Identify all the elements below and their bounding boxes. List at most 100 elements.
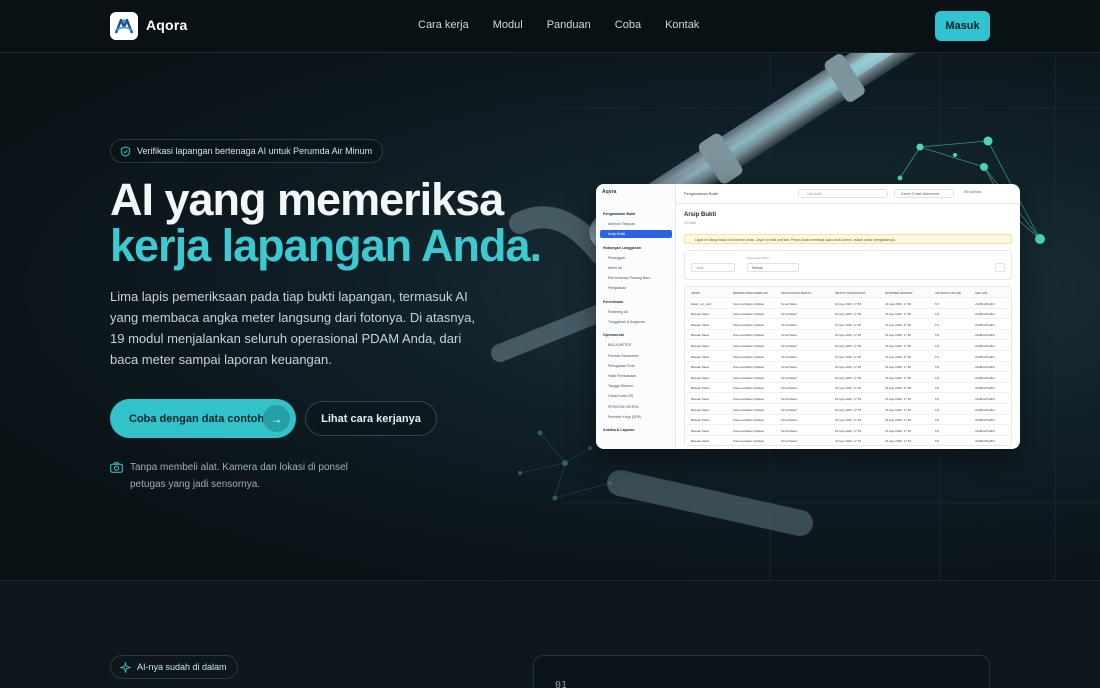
mock-column-header: AKURASI GPS (M) (935, 290, 962, 295)
mock-table-cell: Kamera Dalam Aplikasi (733, 354, 765, 359)
mock-table-cell: 24 Agu 2026, 17.56 (835, 354, 862, 359)
mock-table-cell: c9d6ba67a3b3 (975, 428, 995, 433)
mock-table-cell: Kamera Dalam Aplikasi (733, 343, 765, 348)
nav-link-cara-kerja[interactable]: Cara kerja (418, 19, 469, 31)
mock-table-cell: 24 Agu 2026, 17.56 (885, 386, 912, 391)
mock-table-cell: Kamera Dalam Aplikasi (733, 365, 765, 370)
try-sample-data-button[interactable]: Coba dengan data contoh → (110, 399, 296, 438)
mock-table-cell: 24 Agu 2026, 17.56 (835, 386, 862, 391)
mock-table-row: Bacaan Meter Kamera Dalam Aplikasi TerverW… (685, 319, 1011, 330)
mock-table-cell: TerverWaist (781, 396, 797, 401)
mock-column-header: SHA-256 (975, 290, 988, 295)
mock-table-row: Bacaan Meter Kamera Dalam Aplikasi TerverW… (685, 362, 1011, 373)
mock-table-cell: Bacaan Meter (691, 439, 710, 444)
mock-table-cell: Kamera Dalam Aplikasi (733, 322, 765, 327)
mock-table-cell: 24 Agu 2026, 17.56 (835, 333, 862, 338)
mock-table-cell: 24 Agu 2026, 17.56 (885, 343, 912, 348)
calendar-icon (995, 263, 1005, 272)
mock-table-cell: c9d6ba67a3b3 (975, 322, 995, 327)
mock-table-cell: Kamera Dalam Aplikasi (733, 333, 765, 338)
logo-icon[interactable] (110, 12, 138, 40)
mock-sidebar-item: Antrean Tinjauan (608, 222, 636, 227)
mock-table-cell: 24 Agu 2026, 17.53 (835, 428, 862, 433)
mock-table-cell: 24 Agu 2026, 17.53 (885, 439, 912, 444)
mock-table-cell: 6,5 (935, 386, 940, 391)
mock-sidebar-item: Cetak Kartu DR (608, 394, 634, 399)
mock-evidence-table: JENIS NOMOR PENGAMBILAN KETAHANAN WAKTU WAK… (684, 286, 1012, 446)
nav-link-modul[interactable]: Modul (493, 19, 523, 31)
mock-table-row: Bacaan Meter Kamera Dalam Aplikasi TerverW… (685, 330, 1011, 341)
mock-table-cell: TerverWaist (781, 343, 797, 348)
mock-table-row: Bacaan Meter Kamera Dalam Aplikasi TerverW… (685, 309, 1011, 320)
mock-sidebar-item: Meter Air (608, 266, 623, 270)
mock-table-cell: 24 Agu 2026, 17.53 (885, 407, 912, 412)
mock-table-cell: c9d6ba67a3b3 (975, 439, 995, 444)
mock-search-input: Cari bukti (798, 189, 888, 198)
mock-table-row: Bacaan Meter Kamera Dalam Aplikasi TerverW… (685, 415, 1011, 426)
mock-column-header: DITERIMA SERVER (885, 290, 913, 295)
see-how-it-works-button[interactable]: Lihat cara kerjanya (305, 401, 437, 436)
mock-table-cell: Kamera Dalam Aplikasi (733, 386, 765, 391)
mock-table-header: JENIS NOMOR PENGAMBILAN KETAHANAN WAKTU WAK… (685, 287, 1011, 298)
mock-table-cell: 24 Agu 2026, 17.53 (835, 418, 862, 423)
mock-page-subtitle: 12 bukti (684, 221, 696, 225)
mock-sidebar-item: Hubungan Langganan (603, 245, 641, 250)
mock-table-cell: 24 Agu 2026, 17.56 (885, 301, 912, 306)
mock-filter-label: Keputusan Akhir (747, 256, 769, 260)
code-card: 01 (533, 655, 990, 688)
nav-link-panduan[interactable]: Panduan (547, 19, 591, 31)
mock-table-cell: 24 Agu 2026, 17.56 (835, 322, 862, 327)
mock-table-row: Bacaan Meter Kamera Dalam Aplikasi TerverW… (685, 372, 1011, 383)
mock-sidebar-item: Arsip Bukti (600, 230, 672, 239)
mock-table-cell: 24 Agu 2026, 17.56 (835, 301, 862, 306)
mock-sidebar-item: Analisa & Laporan (603, 428, 635, 432)
nav-link-coba[interactable]: Coba (615, 19, 641, 31)
mock-table-cell: c9d6ba67a3b3 (975, 407, 995, 412)
mock-table-cell: 24 Agu 2026, 17.53 (835, 407, 862, 412)
mock-table-cell: TerverWaist (781, 428, 797, 433)
mock-table-cell: 24 Agu 2026, 17.56 (835, 365, 862, 370)
mock-table-row: Bacaan Meter Kamera Dalam Aplikasi TerverW… (685, 404, 1011, 415)
mock-table-cell: 6,5 (935, 375, 940, 380)
mock-table-cell: c9d6ba67a3b3 (975, 386, 995, 391)
mock-sidebar-item: Tangga Sinkron (608, 384, 633, 389)
mock-table-cell: TerverWaist (781, 418, 797, 423)
mock-table-cell: 6,5 (935, 439, 940, 444)
mock-table-row: Bacaan Meter Kamera Dalam Aplikasi TerverW… (685, 393, 1011, 404)
mock-table-cell: TerverWaist (781, 333, 797, 338)
mock-table-cell: Kamera Dalam Aplikasi (733, 396, 765, 401)
hero-badge-label: Verifikasi lapangan bertenaga AI untuk P… (137, 146, 373, 156)
arrow-right-icon: → (263, 405, 290, 432)
mock-table-cell: 24 Agu 2026, 17.53 (835, 396, 862, 401)
mock-filter-decision: Semua (747, 263, 799, 272)
mock-table-cell: TerverWaist (781, 301, 797, 306)
ai-inside-badge: AI-nya sudah di dalam (110, 655, 238, 679)
mock-table-cell: 6,5 (935, 322, 940, 327)
mock-table-row: Bacaan Meter Kamera Dalam Aplikasi TerverW… (685, 383, 1011, 394)
mock-table-cell: 24 Agu 2026, 17.56 (885, 333, 912, 338)
camera-icon (110, 462, 123, 473)
nav-links: Cara kerja Modul Panduan Coba Kontak (418, 19, 699, 31)
mock-sidebar-item: Tunggakan & Angsuran (608, 320, 646, 324)
mock-table-cell: TerverWaist (781, 312, 797, 317)
mock-table-cell: TerverWaist (781, 354, 797, 359)
mock-table-cell: Bacaan Meter (691, 428, 710, 433)
mock-sidebar-item: Operasional (603, 333, 624, 338)
mock-table-cell: Kamera Dalam Aplikasi (733, 439, 765, 444)
login-button[interactable]: Masuk (935, 11, 990, 41)
mock-table-cell: c9d6ba67a3b3 (975, 333, 995, 338)
hero-title-line2: kerja lapangan Anda. (110, 220, 542, 271)
brand-name[interactable]: Aqora (146, 17, 187, 33)
mock-table-cell: TerverWaist (781, 322, 797, 327)
mock-filter-bar: Jenis Keputusan Akhir Semua (684, 250, 1012, 280)
nav-link-kontak[interactable]: Kontak (665, 19, 699, 31)
mock-readonly-alert: Layar ini hanya baca untuk peran Anda. L… (684, 234, 1012, 244)
mock-table-cell: Bacaan Meter (691, 322, 710, 327)
mock-table-cell: c9d6ba67a3b3 (975, 396, 995, 401)
mock-table-cell: 24 Agu 2026, 17.56 (885, 312, 912, 317)
mock-table-row: Bacaan Meter Kamera Dalam Aplikasi TerverW… (685, 436, 1011, 445)
mock-table-cell: Kamera Dalam Aplikasi (733, 375, 765, 380)
top-nav: Aqora Cara kerja Modul Panduan Coba Kont… (0, 0, 1100, 53)
hero-badge: Verifikasi lapangan bertenaga AI untuk P… (110, 139, 384, 163)
mock-filter-type: Jenis (691, 263, 735, 272)
